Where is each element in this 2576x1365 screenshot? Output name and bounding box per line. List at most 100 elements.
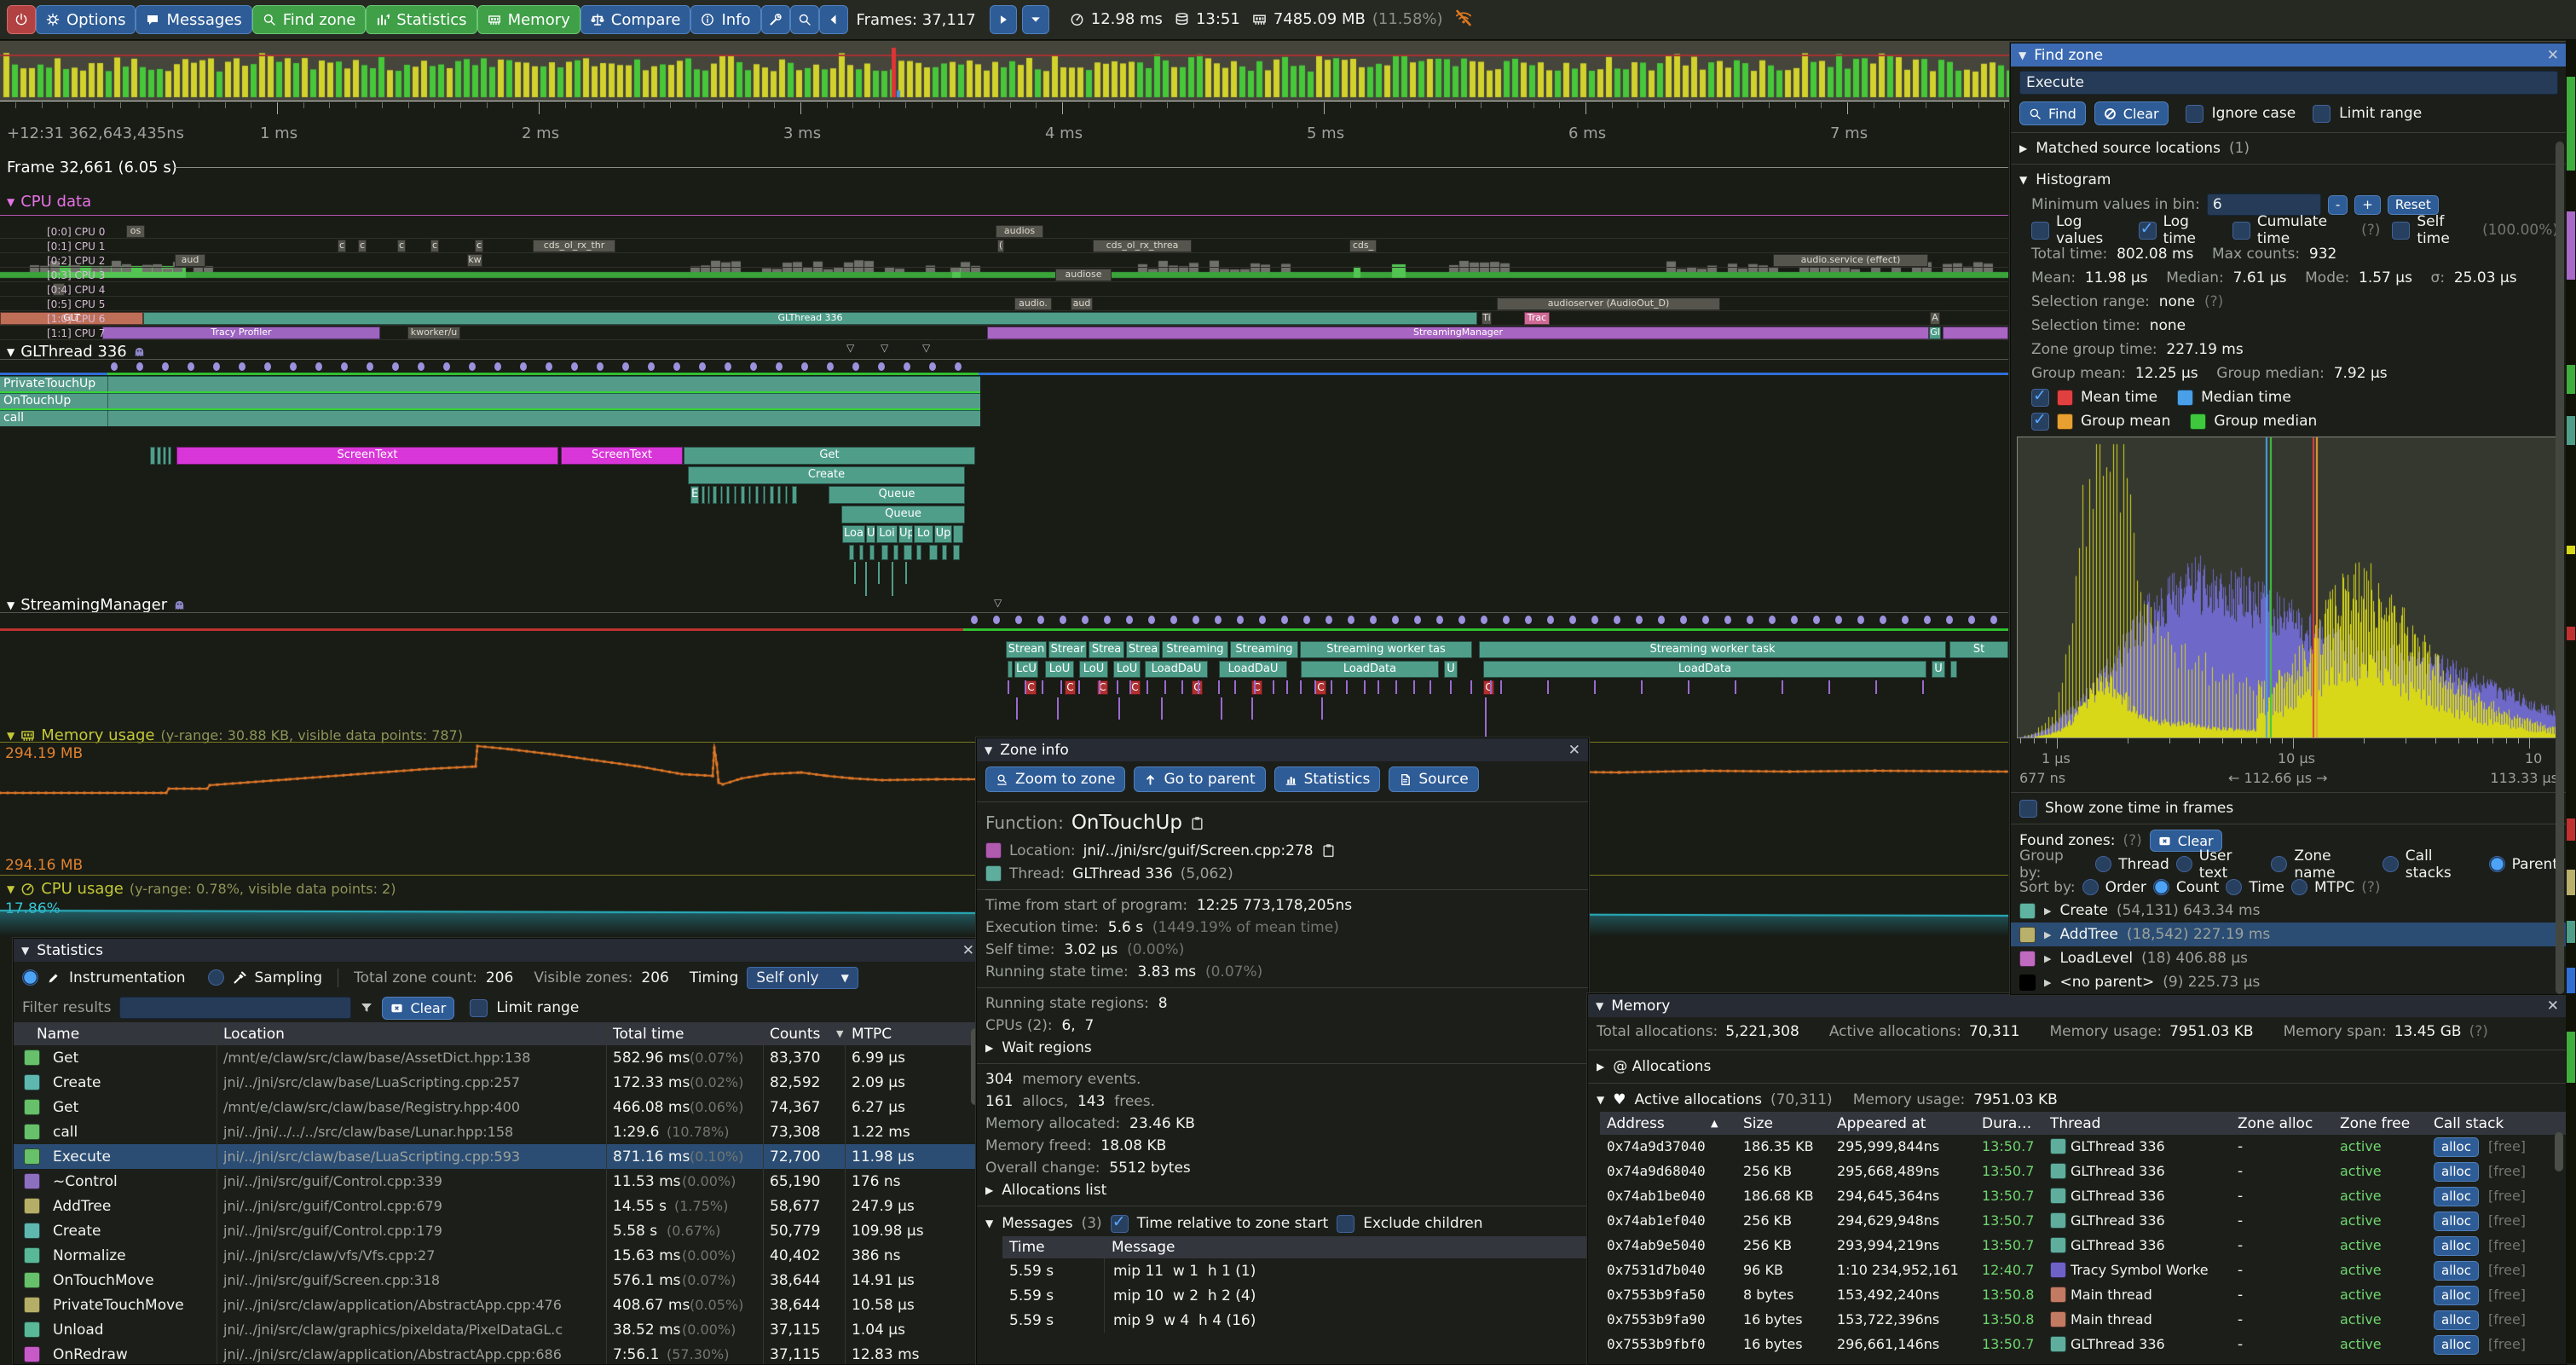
timeline-zone-get[interactable]: Get <box>684 447 975 465</box>
timeline-zone--[interactable]: ( <box>997 240 1004 252</box>
find-zone-histogram[interactable] <box>2017 437 2561 738</box>
show-zone-time-checkbox[interactable] <box>2019 800 2037 818</box>
zone-thread[interactable]: GLThread 336 <box>1072 865 1173 882</box>
timeline-zone[interactable] <box>1008 661 1013 678</box>
mean-median-checkbox[interactable] <box>2031 389 2049 407</box>
close-icon[interactable]: ✕ <box>1568 742 1580 759</box>
memory-column-address[interactable]: Address <box>1607 1115 1665 1132</box>
timeline-zone-lou[interactable]: LoU <box>1113 661 1141 678</box>
memory-button[interactable]: Memory <box>477 5 580 34</box>
timeline-zone-st[interactable]: St <box>1949 641 2008 658</box>
find-zone-button[interactable]: Find zone <box>252 5 367 34</box>
histogram-tree-item[interactable]: ▼Histogram <box>2011 169 2567 191</box>
allocation-row[interactable]: 0x74ab1be040186.68 KB294,645,364ns13:50.… <box>1600 1184 2567 1209</box>
timeline-zone[interactable] <box>748 486 751 504</box>
timeline-zone-cds-ol-rx-threa[interactable]: cds_ol_rx_threa <box>1093 240 1192 252</box>
message-row[interactable]: 5.59 smip 10 w 2 h 2 (4) <box>1002 1283 1588 1308</box>
options-button[interactable]: Options <box>36 5 136 34</box>
stats-row-get[interactable]: Get/mnt/e/claw/src/claw/base/Registry.hp… <box>14 1095 982 1119</box>
reset-button[interactable]: Reset <box>2388 195 2439 215</box>
timeline-zone-streaming-worker-tas[interactable]: Streaming worker tas <box>1300 641 1472 658</box>
timeline-zone-kworker-u[interactable]: kworker/u <box>407 327 460 339</box>
sort-by-order-radio[interactable] <box>2082 879 2099 895</box>
timeline-zone-lcu[interactable]: LcU <box>1014 661 1038 678</box>
timeline-zone[interactable] <box>904 545 912 560</box>
message-row[interactable]: 5.59 smip 11 w 1 h 1 (1) <box>1002 1258 1588 1283</box>
timeline-zone[interactable] <box>150 447 155 465</box>
exclude-children-checkbox[interactable] <box>1337 1215 1354 1233</box>
timeline-zone[interactable] <box>792 486 797 504</box>
stats-row-onredraw[interactable]: OnRedrawjni/../jni/src/claw/application/… <box>14 1342 982 1365</box>
timeline-zone[interactable] <box>157 447 161 465</box>
timeline-zone[interactable] <box>720 486 723 504</box>
log-values-checkbox[interactable] <box>2031 222 2049 240</box>
msg-column-time[interactable]: Time <box>1002 1239 1112 1256</box>
stats-row-unload[interactable]: Unloadjni/../jni/src/claw/graphics/pixel… <box>14 1317 982 1342</box>
timeline-zone-strea[interactable]: Strea <box>1089 641 1124 658</box>
timeline-zone-c[interactable]: c <box>430 240 439 252</box>
message-marker-icon[interactable]: ▽ <box>922 342 930 354</box>
timeline-zone[interactable] <box>168 447 171 465</box>
memory-column-zone-free[interactable]: Zone free <box>2340 1115 2410 1132</box>
timeline-zone-queue[interactable]: Queue <box>829 486 965 504</box>
timeline-zone-loaddau[interactable]: LoadDaU <box>1145 661 1208 678</box>
time-relative-checkbox[interactable] <box>1111 1215 1129 1233</box>
sort-by-count-radio[interactable] <box>2153 879 2169 895</box>
zoom-to-zone-button[interactable]: Zoom to zone <box>985 766 1125 792</box>
timeline-zone-up[interactable]: Up <box>934 525 952 543</box>
timeline-zone[interactable] <box>849 545 854 560</box>
zone-band-call[interactable]: call <box>0 410 980 426</box>
timeline-zone-screentext[interactable]: ScreenText <box>561 447 683 465</box>
cumulate-time-checkbox[interactable] <box>2232 222 2250 240</box>
frame-label[interactable]: Frame 32,661 (6.05 s) <box>7 159 177 176</box>
active-allocations-tree-item[interactable]: ▼♥Active allocations (70,311) Memory usa… <box>1588 1088 2567 1112</box>
alloc-callstack-button[interactable]: alloc <box>2434 1236 2479 1256</box>
timeline-zone-audio-service-effect-[interactable]: audio.service (effect) <box>1773 254 1928 267</box>
zone-info-line[interactable]: ▶Wait regions <box>977 1037 1588 1059</box>
close-icon[interactable]: ✕ <box>2547 998 2559 1015</box>
timeline-zone[interactable] <box>1950 661 1957 678</box>
group-by-parent-radio[interactable] <box>2489 856 2505 872</box>
timeline-zone-e[interactable]: E <box>690 486 699 504</box>
timeline-zone[interactable] <box>942 545 947 560</box>
stats-row-create[interactable]: Createjni/../jni/src/claw/base/LuaScript… <box>14 1070 982 1095</box>
timeline-zone-trac[interactable]: Trac <box>1524 312 1550 325</box>
group-by-zone-name-radio[interactable] <box>2271 856 2287 872</box>
stats-row-execute[interactable]: Executejni/../jni/src/claw/base/LuaScrip… <box>14 1144 982 1169</box>
allocation-row[interactable]: 0x74a9d37040186.35 KB295,999,844ns13:50.… <box>1600 1135 2567 1160</box>
timeline-zone-loa[interactable]: Loa <box>842 525 865 543</box>
timeline-zone[interactable] <box>741 486 745 504</box>
alloc-callstack-button[interactable]: alloc <box>2434 1212 2479 1231</box>
timeline-zone-loi[interactable]: Loi <box>876 525 898 543</box>
alloc-callstack-button[interactable]: alloc <box>2434 1187 2479 1206</box>
timeline-zone[interactable] <box>859 545 863 560</box>
prev-frame-button[interactable] <box>819 5 848 34</box>
timeline-zone-kw[interactable]: kw <box>467 254 482 267</box>
timing-dropdown[interactable]: Self only▼ <box>747 967 858 989</box>
timeline-zone-glthread-336[interactable]: GLThread 336 <box>143 312 1477 325</box>
timeline-zone-streaming[interactable]: Streaming <box>1230 641 1298 658</box>
allocation-row[interactable]: 0x7531d7b04096 KB1:10 234,952,16112:40.7… <box>1600 1258 2567 1283</box>
timeline-zone[interactable] <box>777 486 781 504</box>
timeline-zone-loaddata[interactable]: LoadData <box>1483 661 1926 678</box>
allocation-row[interactable]: 0x74ab9e5040256 KB293,994,219ns13:50.7GL… <box>1600 1234 2567 1258</box>
timeline-zone-gl[interactable]: Gl <box>1929 327 1941 339</box>
zone-band-ontouchup[interactable]: OnTouchUp <box>0 393 980 409</box>
stats-column-name[interactable]: Name <box>37 1026 79 1043</box>
timeline-zone[interactable] <box>763 486 765 504</box>
ignore-case-checkbox[interactable] <box>2186 105 2203 123</box>
timeline-zone-create[interactable]: Create <box>688 466 965 484</box>
timeline-zone[interactable] <box>770 486 774 504</box>
sort-by-time-radio[interactable] <box>2226 879 2242 895</box>
memory-scrollbar[interactable] <box>2555 1132 2563 1171</box>
found-zone-loadlevel[interactable]: ▶LoadLevel(18) 406.88 µs <box>2011 946 2567 970</box>
stats-row-normalize[interactable]: Normalizejni/../jni/src/claw/vfs/Vfs.cpp… <box>14 1243 982 1268</box>
stats-column-location[interactable]: Location <box>223 1026 285 1043</box>
group-by-user-text-radio[interactable] <box>2176 856 2192 872</box>
stats-row-ontouchmove[interactable]: OnTouchMovejni/../jni/src/guif/Screen.cp… <box>14 1268 982 1293</box>
timeline-zone-screentext[interactable]: ScreenText <box>176 447 558 465</box>
timeline-zone-streamingmanager[interactable]: StreamingManager <box>987 327 1929 339</box>
timeline-zone[interactable] <box>726 486 730 504</box>
timeline-zone[interactable] <box>734 486 736 504</box>
msg-column-message[interactable]: Message <box>1112 1239 1175 1256</box>
